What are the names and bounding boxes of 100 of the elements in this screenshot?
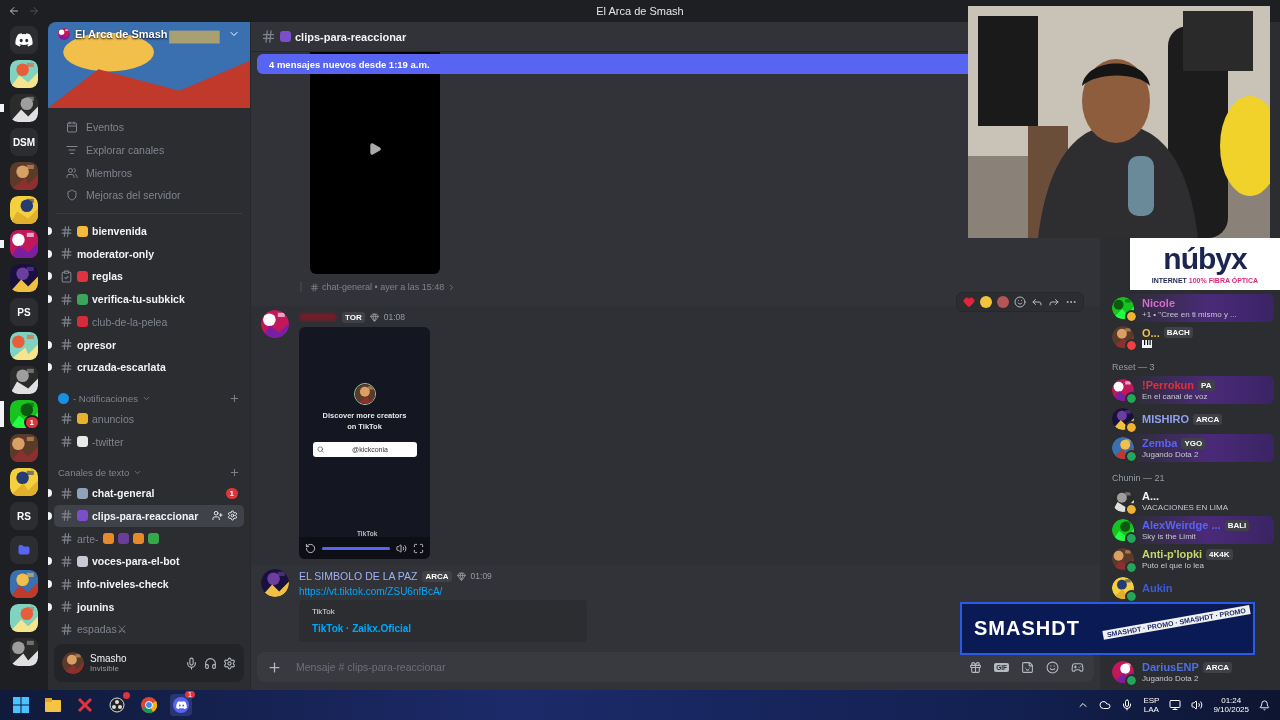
channel-item[interactable]: anuncios: [54, 407, 244, 431]
volume-icon[interactable]: [396, 542, 407, 554]
thread-channel-icon: [60, 292, 73, 306]
language-indicator[interactable]: ESP LAA: [1143, 695, 1160, 715]
channel-item[interactable]: arte-: [54, 527, 244, 550]
start-button[interactable]: [10, 694, 32, 716]
channel-item[interactable]: reglas: [54, 265, 244, 288]
channel-item[interactable]: chat-general 1: [54, 481, 244, 505]
unread-indicator: [48, 272, 52, 281]
cloud-icon[interactable]: [1099, 699, 1112, 711]
channel-name: moderator-only: [77, 247, 154, 260]
settings-icon[interactable]: [223, 656, 236, 670]
forward-icon[interactable]: [1048, 296, 1060, 308]
member-activity: Puto el que lo lea: [1142, 561, 1205, 570]
reply-icon[interactable]: [1031, 296, 1043, 308]
channel-item[interactable]: club-de-la-pelea: [54, 310, 244, 334]
message-link[interactable]: https://vt.tiktok.com/ZSU6nfBcA/: [299, 586, 587, 597]
thread-channel-icon: [60, 360, 73, 374]
channel-item[interactable]: info-niveles-check: [54, 572, 244, 596]
gift-icon[interactable]: [969, 660, 983, 674]
unread-indicator: [48, 557, 52, 566]
add-channel-icon[interactable]: [229, 392, 240, 404]
user-name: Smasho: [90, 653, 128, 664]
channel-item[interactable]: voces-para-el-bot: [54, 550, 244, 573]
member-item[interactable]: Anti-p'lopki 4K4K Puto el que lo lea: [1108, 545, 1274, 573]
mic-icon[interactable]: [1121, 699, 1134, 711]
clock[interactable]: 01:24 9/10/2025: [1213, 695, 1249, 715]
channel-name: clips-para-reaccionar: [92, 509, 199, 522]
channel-item[interactable]: -twitter: [54, 430, 244, 453]
thread-channel-icon: [60, 600, 73, 614]
member-item[interactable]: MISHIRO ARCA: [1108, 405, 1274, 433]
guild-tag: BALI: [1224, 519, 1250, 531]
channel-title: clips-para-reaccionar: [295, 30, 407, 43]
menu-label: Miembros: [86, 166, 133, 179]
unread-indicator: [48, 602, 52, 611]
embed-title[interactable]: TikTok · Zaikx.Oficial: [312, 623, 577, 634]
timestamp: 01:08: [383, 312, 406, 322]
channel-name: chat-general: [92, 487, 155, 500]
member-item[interactable]: A... VACACIONES EN LIMA: [1108, 487, 1274, 515]
channel-item[interactable]: opresor: [54, 333, 244, 356]
member-name: DariusENP: [1142, 661, 1199, 673]
channel-name: club-de-la-pelea: [92, 315, 168, 328]
channel-item[interactable]: jounins: [54, 595, 244, 619]
emoji-icon[interactable]: [1046, 660, 1059, 674]
new-messages-bar[interactable]: 4 mensajes nuevos desde 1:19 a.m.: [257, 54, 968, 74]
menu-item[interactable]: Miembros: [64, 161, 234, 185]
mention-badge: 1: [225, 487, 238, 499]
embed-provider: TikTok: [312, 607, 336, 616]
browser-icon[interactable]: [138, 694, 160, 716]
volume-icon[interactable]: [1191, 699, 1204, 711]
menu-item[interactable]: Mejoras del servidor: [64, 184, 234, 207]
channel-name: cruzada-escarlata: [77, 361, 166, 374]
channel-item[interactable]: espadas⚔: [54, 618, 244, 641]
member-activity: Sky is the Limit: [1142, 532, 1197, 541]
replay-icon[interactable]: [305, 542, 316, 554]
guild-tag: 4K4K: [1206, 548, 1233, 560]
forward-info[interactable]: chat-general • ayer a las 15:48: [322, 282, 445, 292]
bell-icon[interactable]: [1259, 699, 1270, 711]
member-item[interactable]: O... BACH: [1108, 323, 1274, 351]
unread-indicator: [48, 489, 52, 498]
heart-icon[interactable]: [963, 296, 975, 308]
member-activity: VACACIONES EN LIMA: [1142, 503, 1229, 512]
gamepad-icon[interactable]: [1071, 660, 1084, 674]
reaction-icon[interactable]: [980, 296, 992, 308]
network-icon[interactable]: [1169, 699, 1182, 711]
member-activity: Jugando Dota 2: [1142, 450, 1200, 459]
add-reaction-icon[interactable]: [1014, 296, 1026, 308]
channel-name: jounins: [77, 600, 115, 613]
back-icon[interactable]: [8, 5, 20, 17]
role-header: Chunin — 21: [1111, 472, 1166, 485]
category-name[interactable]: - Notificaciones: [73, 392, 138, 404]
channel-item[interactable]: moderator-only: [54, 242, 244, 266]
discord-logo-icon: [15, 33, 33, 47]
list-icon: [66, 144, 78, 157]
sticker-icon[interactable]: [1021, 660, 1034, 674]
timestamp: 01:09: [470, 571, 492, 581]
menu-label: Mejoras del servidor: [86, 189, 181, 202]
add-channel-icon[interactable]: [229, 466, 240, 478]
thread-channel-icon: [60, 247, 73, 261]
thread-channel-icon: [60, 532, 73, 546]
channel-item[interactable]: bienvenida: [54, 219, 244, 243]
unread-indicator: [48, 363, 52, 372]
menu-item[interactable]: Eventos: [64, 116, 234, 139]
add-icon[interactable]: [267, 659, 282, 675]
guild-tag: BACH: [1163, 327, 1193, 338]
recorder-icon[interactable]: [106, 694, 128, 716]
channel-item[interactable]: cruzada-escarlata: [54, 355, 244, 379]
headphones-icon[interactable]: [204, 656, 217, 670]
invite-icon[interactable]: [212, 510, 223, 522]
member-name: Aukin: [1142, 582, 1173, 594]
fullscreen-icon[interactable]: [413, 542, 424, 554]
mic-icon[interactable]: [185, 656, 198, 670]
category-name[interactable]: Canales de texto: [58, 466, 130, 478]
play-icon[interactable]: [368, 142, 382, 156]
discord-glyph-icon: [175, 700, 187, 710]
unread-indicator: [48, 340, 52, 349]
member-item[interactable]: DariusENP ARCA Jugando Dota 2: [1108, 658, 1274, 686]
menu-item[interactable]: Explorar canales: [64, 138, 234, 162]
thread-channel-icon: [60, 338, 73, 352]
channel-item[interactable]: verifica-tu-subkick: [54, 287, 244, 311]
